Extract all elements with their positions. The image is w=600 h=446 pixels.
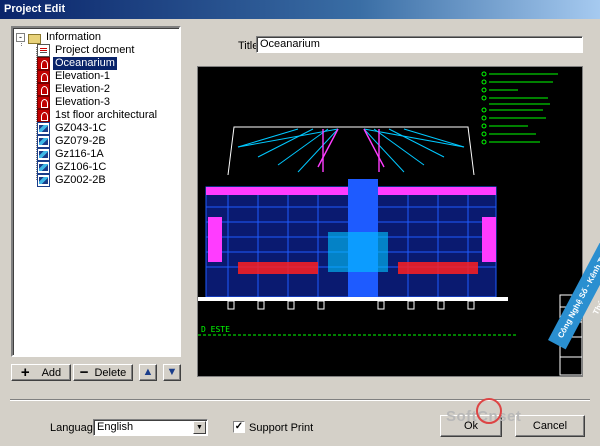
- tree-item-label: 1st floor architectural: [55, 109, 158, 121]
- tree-item[interactable]: GZ002-2B: [37, 174, 108, 187]
- tree-item[interactable]: GZ079-2B: [37, 135, 108, 148]
- tree-root-information[interactable]: - Information: [16, 31, 103, 44]
- minus-icon: −: [79, 364, 89, 381]
- title-input[interactable]: Oceanarium: [256, 36, 583, 53]
- language-label: Language: [50, 422, 99, 434]
- delete-button[interactable]: − Delete: [73, 364, 133, 381]
- project-tree[interactable]: - Information Project docment Oceanarium…: [11, 26, 181, 357]
- add-button-label: Add: [41, 366, 62, 379]
- red-drawing-icon: [37, 83, 50, 96]
- blue-drawing-icon: [37, 122, 50, 135]
- blue-drawing-icon: [37, 135, 50, 148]
- document-icon: [37, 44, 50, 57]
- red-drawing-icon: [37, 109, 50, 122]
- window-titlebar: Project Edit: [0, 0, 600, 19]
- tree-item-label: Gz116-1A: [55, 148, 104, 160]
- tree-item-label: Elevation-1: [55, 70, 111, 82]
- tree-item-label: Elevation-2: [55, 83, 111, 95]
- red-drawing-icon: [37, 57, 50, 70]
- blue-drawing-icon: [37, 161, 50, 174]
- arrow-up-icon: ▲: [142, 366, 154, 378]
- blue-drawing-icon: [37, 148, 50, 161]
- tree-item[interactable]: Elevation-2: [37, 83, 112, 96]
- tree-item-label: GZ106-1C: [55, 161, 107, 173]
- cancel-button-label: Cancel: [532, 420, 568, 432]
- blue-drawing-icon: [37, 174, 50, 187]
- language-select[interactable]: English ▼: [93, 419, 208, 436]
- tree-item-label: GZ079-2B: [55, 135, 106, 147]
- tree-item-label: Oceanarium: [53, 57, 117, 70]
- tree-item[interactable]: Elevation-1: [37, 70, 112, 83]
- chevron-down-icon[interactable]: ▼: [193, 421, 206, 434]
- drawing-preview: D ESTE: [197, 66, 583, 377]
- folder-icon: [28, 33, 41, 44]
- tree-item-label: Project docment: [55, 44, 135, 56]
- tree-item-label: Elevation-3: [55, 96, 111, 108]
- red-drawing-icon: [37, 70, 50, 83]
- tree-item[interactable]: 1st floor architectural: [37, 109, 159, 122]
- tree-item[interactable]: Project docment: [37, 44, 136, 57]
- tree-item[interactable]: GZ106-1C: [37, 161, 108, 174]
- tree-item-selected[interactable]: Oceanarium: [37, 57, 117, 70]
- tree-item[interactable]: GZ043-1C: [37, 122, 108, 135]
- language-select-value: English: [97, 421, 134, 433]
- add-button[interactable]: + Add: [11, 364, 71, 381]
- tree-root-label: Information: [46, 31, 102, 43]
- watermark-logo-icon: [476, 398, 502, 424]
- footer-separator: [10, 399, 590, 401]
- move-up-button[interactable]: ▲: [139, 364, 157, 381]
- support-print-checkbox[interactable]: ✓: [233, 421, 245, 433]
- tree-item[interactable]: Elevation-3: [37, 96, 112, 109]
- plus-icon: +: [20, 364, 30, 381]
- delete-button-label: Delete: [94, 366, 127, 379]
- tree-item-label: GZ043-1C: [55, 122, 107, 134]
- move-down-button[interactable]: ▼: [163, 364, 181, 381]
- cad-drawing-image: [198, 71, 582, 376]
- support-print-label: Support Print: [249, 422, 314, 434]
- tree-item-label: GZ002-2B: [55, 174, 106, 186]
- red-drawing-icon: [37, 96, 50, 109]
- collapse-expander[interactable]: -: [16, 33, 25, 42]
- tree-item[interactable]: Gz116-1A: [37, 148, 106, 161]
- arrow-down-icon: ▼: [166, 366, 178, 378]
- drawing-corner-label: D ESTE: [201, 325, 230, 334]
- cancel-button[interactable]: Cancel: [515, 415, 585, 437]
